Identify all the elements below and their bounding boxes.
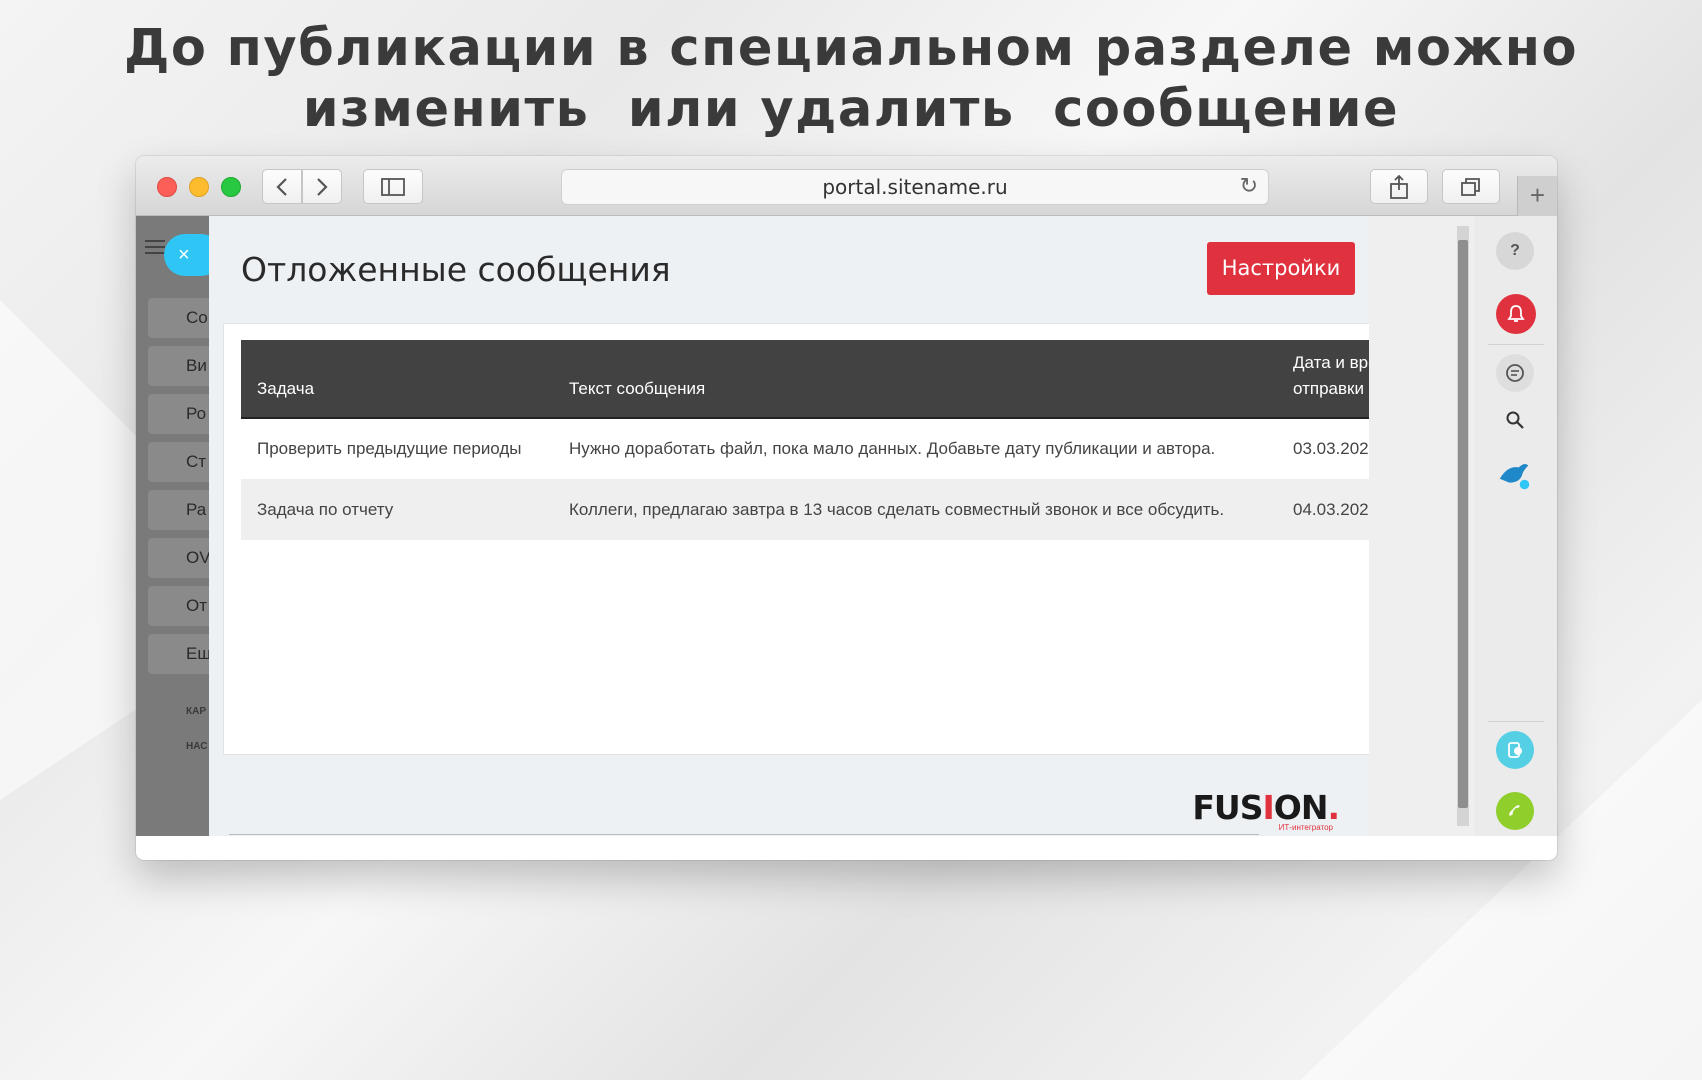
address-bar[interactable]: portal.sitename.ru ↻ [561, 169, 1269, 205]
close-icon: × [178, 244, 190, 266]
column-header-task[interactable]: Задача [241, 340, 553, 419]
browser-toolbar: portal.sitename.ru ↻ + [136, 156, 1557, 216]
sidebar-section-label: КАР [186, 706, 206, 717]
table-header-row: Задача Текст сообщения Дата и время отпр… [241, 340, 1369, 419]
divider [229, 834, 1259, 835]
bell-glyph [1507, 305, 1525, 322]
reload-icon[interactable]: ↻ [1240, 170, 1258, 204]
share-button[interactable] [1370, 169, 1428, 204]
chat-glyph [1506, 364, 1524, 382]
url-text: portal.sitename.ru [822, 175, 1008, 199]
page-title: Отложенные сообщения [241, 250, 671, 289]
task-cell: Задача по отчету [257, 499, 394, 519]
phone-glyph [1509, 805, 1520, 816]
browser-window: portal.sitename.ru ↻ + Со Ви Ро Ст Ра OV… [136, 156, 1557, 860]
settings-button[interactable]: Настройки [1207, 242, 1355, 295]
chat-icon[interactable] [1496, 354, 1534, 392]
sidebar-item[interactable]: Еш [148, 634, 209, 674]
panel-scrollbar[interactable] [1457, 226, 1469, 826]
column-header-text[interactable]: Текст сообщения [553, 340, 1277, 419]
table-row[interactable]: Проверить предыдущие периоды Нужно дораб… [241, 418, 1369, 479]
datetime-cell: 03.03.2022, 16:30 [1293, 439, 1369, 458]
headline-line-2: изменить или удалить сообщение [302, 80, 1400, 139]
cloud-glyph [1508, 742, 1522, 758]
bird-glyph [1499, 463, 1530, 490]
forward-button[interactable] [302, 169, 342, 204]
divider [1488, 721, 1544, 722]
close-window-button[interactable] [157, 177, 177, 197]
bell-icon[interactable] [1496, 294, 1536, 334]
right-toolbar: ? [1474, 216, 1557, 836]
column-header-datetime[interactable]: Дата и время отправки [1277, 340, 1369, 419]
delayed-messages-panel: Отложенные сообщения Настройки Задача Те… [209, 216, 1369, 836]
search-icon[interactable] [1496, 401, 1534, 439]
sidebar-item[interactable]: OV [148, 538, 209, 578]
sidebar-item[interactable]: От [148, 586, 209, 626]
bird-icon[interactable] [1496, 456, 1534, 494]
back-icon [276, 177, 287, 196]
tabs-icon [1461, 177, 1480, 196]
menu-icon[interactable] [145, 240, 165, 254]
new-tab-icon: + [1529, 180, 1546, 210]
sidebar-item[interactable]: Ст [148, 442, 209, 482]
headline-line-1: До публикации в специальном разделе можн… [123, 19, 1579, 78]
message-text-cell: Коллеги, предлагаю завтра в 13 часов сде… [569, 499, 1225, 519]
sidebar-section-label: НАС [186, 741, 208, 752]
sidebar-icon [381, 177, 405, 196]
zoom-window-button[interactable] [221, 177, 241, 197]
page-headline: До публикации в специальном разделе можн… [0, 18, 1702, 140]
sidebar-toggle-button[interactable] [363, 169, 423, 204]
sidebar-item[interactable]: Ро [148, 394, 209, 434]
search-glyph [1506, 411, 1524, 429]
scrollbar-thumb[interactable] [1458, 240, 1468, 808]
table-row[interactable]: Задача по отчету Коллеги, предлагаю завт… [241, 479, 1369, 540]
cloud-phone-icon[interactable] [1496, 731, 1534, 769]
page-content: Со Ви Ро Ст Ра OV От Еш КАР НАС × Отложе… [136, 216, 1557, 836]
task-cell: Проверить предыдущие периоды [257, 439, 522, 458]
sidebar-item[interactable]: Ви [148, 346, 209, 386]
share-icon [1390, 174, 1408, 199]
messages-table: Задача Текст сообщения Дата и время отпр… [241, 340, 1369, 540]
help-icon[interactable]: ? [1496, 232, 1534, 270]
phone-icon[interactable] [1496, 792, 1534, 830]
back-button[interactable] [262, 169, 302, 204]
fusion-logo: FUSION. [1192, 788, 1340, 827]
left-sidebar: Со Ви Ро Ст Ра OV От Еш КАР НАС [136, 216, 209, 836]
forward-icon [317, 177, 328, 196]
tabs-overview-button[interactable] [1442, 169, 1500, 204]
minimize-window-button[interactable] [189, 177, 209, 197]
new-tab-button[interactable]: + [1517, 176, 1557, 216]
datetime-cell: 04.03.2022, 09:00 [1293, 499, 1369, 519]
divider [1488, 344, 1544, 345]
sidebar-item[interactable]: Со [148, 298, 209, 338]
logo-subtitle: ИТ-интегратор [1278, 823, 1333, 832]
sidebar-item[interactable]: Ра [148, 490, 209, 530]
message-text-cell: Нужно доработать файл, пока мало данных.… [569, 439, 1216, 458]
